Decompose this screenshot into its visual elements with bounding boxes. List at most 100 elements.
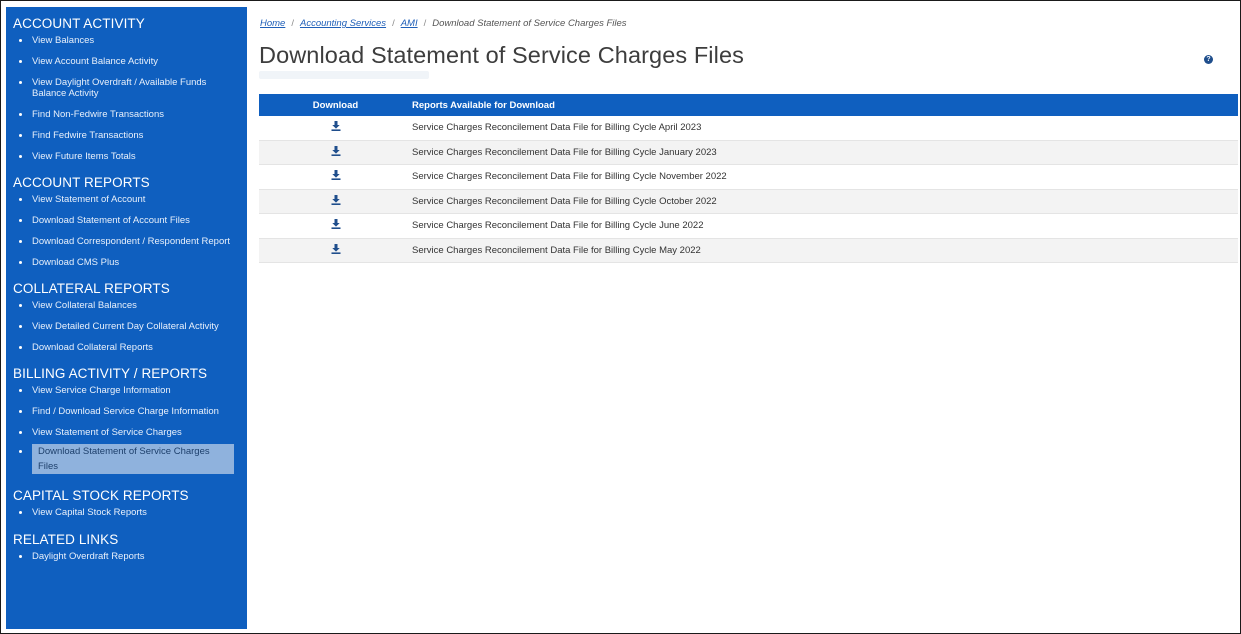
sidebar-item-label: View Service Charge Information — [32, 385, 171, 396]
table-header-row: Download Reports Available for Download — [259, 94, 1238, 116]
sidebar-item-view-collateral-balances[interactable]: View Collateral Balances — [6, 300, 247, 311]
bullet-icon — [19, 389, 22, 392]
bullet-icon — [19, 325, 22, 328]
breadcrumb-accounting-services-link[interactable]: Accounting Services — [300, 18, 386, 29]
sidebar-item-label: Download CMS Plus — [32, 257, 120, 268]
bullet-icon — [19, 81, 22, 84]
sidebar-item-label: View Daylight Overdraft / Available Fund… — [32, 77, 207, 99]
sidebar: ACCOUNT ACTIVITY View Balances View Acco… — [6, 7, 247, 629]
reports-table: Download Reports Available for Download … — [259, 94, 1238, 263]
sidebar-item-view-detailed-collateral-activity[interactable]: View Detailed Current Day Collateral Act… — [6, 321, 247, 332]
breadcrumb-separator: / — [291, 18, 294, 29]
sidebar-item-find-non-fedwire-transactions[interactable]: Find Non-Fedwire Transactions — [6, 109, 247, 120]
sidebar-item-find-fedwire-transactions[interactable]: Find Fedwire Transactions — [6, 130, 247, 141]
breadcrumb-separator: / — [423, 18, 427, 29]
bullet-icon — [19, 555, 22, 558]
sidebar-section-capital-stock-reports: CAPITAL STOCK REPORTS View Capital Stock… — [6, 474, 247, 518]
bullet-icon — [19, 511, 22, 514]
sidebar-item-label: Download Correspondent / Respondent Repo… — [32, 236, 231, 247]
sidebar-item-download-collateral-reports[interactable]: Download Collateral Reports — [6, 342, 247, 353]
sidebar-item-label: View Capital Stock Reports — [32, 507, 147, 518]
sidebar-item-view-balances[interactable]: View Balances — [6, 35, 247, 46]
download-cell — [259, 189, 412, 214]
download-cell — [259, 140, 412, 165]
sidebar-section-billing-activity: BILLING ACTIVITY / REPORTS View Service … — [6, 353, 247, 474]
sidebar-item-download-statement-of-account-files[interactable]: Download Statement of Account Files — [6, 215, 247, 226]
table-row: Service Charges Reconcilement Data File … — [259, 116, 1238, 141]
download-cell — [259, 213, 412, 239]
sidebar-item-label: Find Fedwire Transactions — [32, 130, 144, 141]
download-cell — [259, 164, 412, 190]
sidebar-list: Daylight Overdraft Reports — [6, 551, 247, 562]
question-circle-icon[interactable]: ? — [1204, 55, 1213, 64]
bullet-icon — [19, 346, 22, 349]
breadcrumb-home-link[interactable]: Home — [260, 18, 285, 29]
bullet-icon — [19, 113, 22, 116]
download-icon[interactable] — [331, 219, 341, 232]
sidebar-section-title: ACCOUNT REPORTS — [13, 175, 150, 190]
bullet-icon — [19, 134, 22, 137]
report-name: Service Charges Reconcilement Data File … — [412, 213, 1238, 239]
bullet-icon — [19, 39, 22, 42]
sidebar-list: View Balances View Account Balance Activ… — [6, 35, 247, 162]
bullet-icon — [19, 450, 22, 453]
sidebar-section-title: BILLING ACTIVITY / REPORTS — [13, 366, 208, 381]
sidebar-item-view-statement-of-service-charges[interactable]: View Statement of Service Charges — [6, 427, 247, 438]
download-icon[interactable] — [331, 170, 341, 183]
sidebar-item-view-statement-of-account[interactable]: View Statement of Account — [6, 194, 247, 205]
table-row: Service Charges Reconcilement Data File … — [259, 140, 1238, 165]
breadcrumb-ami-link[interactable]: AMI — [401, 18, 418, 29]
table-row: Service Charges Reconcilement Data File … — [259, 189, 1238, 214]
bullet-icon — [19, 219, 22, 222]
sidebar-item-label: Find Non-Fedwire Transactions — [32, 109, 164, 120]
page-title: Download Statement of Service Charges Fi… — [259, 42, 744, 68]
breadcrumb-separator: / — [392, 18, 395, 29]
table-row: Service Charges Reconcilement Data File … — [259, 213, 1238, 239]
sidebar-item-daylight-overdraft-reports[interactable]: Daylight Overdraft Reports — [6, 551, 247, 562]
bullet-icon — [19, 155, 22, 158]
bullet-icon — [19, 261, 22, 264]
sidebar-item-view-service-charge-information[interactable]: View Service Charge Information — [6, 385, 247, 396]
sidebar-list: View Capital Stock Reports — [6, 507, 247, 518]
breadcrumb: Home / Accounting Services / AMI / Download St… — [260, 18, 627, 29]
sidebar-item-find-download-service-charge-information[interactable]: Find / Download Service Charge Informati… — [6, 406, 247, 417]
download-icon[interactable] — [331, 194, 341, 208]
sidebar-list: View Statement of Account Download State… — [6, 194, 247, 268]
sidebar-item-label: View Future Items Totals — [32, 151, 136, 162]
sidebar-section-title: COLLATERAL REPORTS — [13, 281, 170, 296]
report-name: Service Charges Reconcilement Data File … — [412, 116, 1238, 141]
sidebar-item-view-daylight-overdraft[interactable]: View Daylight Overdraft / Available Fund… — [6, 77, 247, 99]
download-icon[interactable] — [331, 243, 341, 257]
download-cell — [259, 116, 412, 141]
breadcrumb-current: Download Statement of Service Charges Fi… — [432, 18, 627, 29]
download-icon[interactable] — [331, 145, 341, 159]
sidebar-item-label: View Collateral Balances — [32, 300, 137, 311]
sidebar-item-label: Find / Download Service Charge Informati… — [32, 406, 219, 417]
sidebar-item-label: Download Statement of Service Charges Fi… — [38, 446, 210, 472]
sidebar-section-title: CAPITAL STOCK REPORTS — [13, 488, 189, 503]
report-name: Service Charges Reconcilement Data File … — [412, 140, 1238, 165]
report-name: Service Charges Reconcilement Data File … — [412, 189, 1238, 214]
sidebar-section-related-links: RELATED LINKS Daylight Overdraft Reports — [6, 518, 247, 562]
table-row: Service Charges Reconcilement Data File … — [259, 238, 1238, 263]
table-header: Download Reports Available for Download — [259, 94, 1238, 116]
sidebar-item-view-capital-stock-reports[interactable]: View Capital Stock Reports — [6, 507, 247, 518]
sidebar-item-label: View Detailed Current Day Collateral Act… — [32, 321, 219, 332]
sidebar-item-view-future-items-totals[interactable]: View Future Items Totals — [6, 151, 247, 162]
sidebar-item-download-statement-of-service-charges-files[interactable]: Download Statement of Service Charges Fi… — [19, 444, 234, 474]
sidebar-item-view-account-balance-activity[interactable]: View Account Balance Activity — [6, 56, 247, 67]
sidebar-list: View Service Charge Information Find / D… — [6, 385, 247, 474]
table-body: Service Charges Reconcilement Data File … — [259, 116, 1238, 263]
sidebar-item-label: View Balances — [32, 35, 95, 46]
bullet-icon — [19, 198, 22, 201]
report-name: Service Charges Reconcilement Data File … — [412, 238, 1238, 263]
sidebar-item-download-correspondent-report[interactable]: Download Correspondent / Respondent Repo… — [6, 236, 247, 247]
bullet-icon — [19, 60, 22, 63]
sidebar-item-download-cms-plus[interactable]: Download CMS Plus — [6, 257, 247, 268]
table-row: Service Charges Reconcilement Data File … — [259, 164, 1238, 190]
bullet-icon — [19, 304, 22, 307]
download-cell — [259, 238, 412, 263]
report-name: Service Charges Reconcilement Data File … — [412, 164, 1238, 190]
download-icon[interactable] — [331, 121, 341, 134]
sidebar-item-label: View Statement of Service Charges — [32, 427, 182, 438]
